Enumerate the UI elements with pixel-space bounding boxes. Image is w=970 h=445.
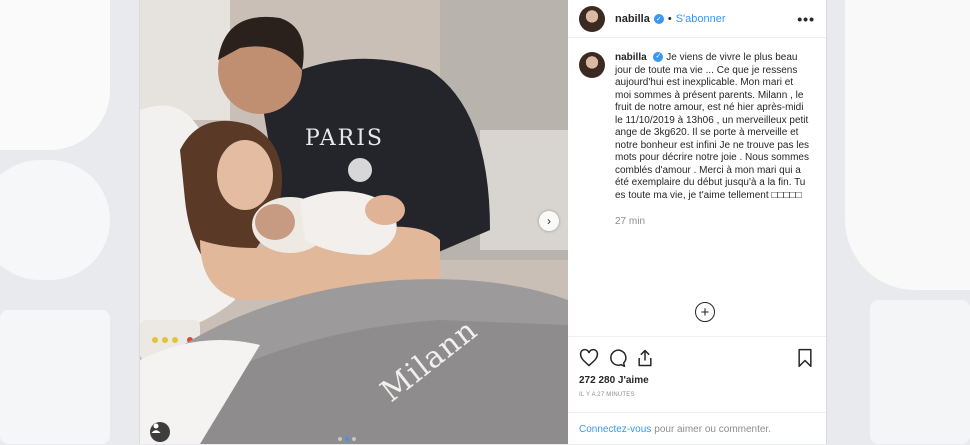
login-prompt-text: pour aimer ou commenter. bbox=[654, 423, 771, 435]
carousel-dot-active bbox=[345, 437, 349, 441]
user-tag-icon bbox=[151, 423, 161, 433]
next-photo-button[interactable]: › bbox=[539, 211, 559, 231]
svg-text:PARIS: PARIS bbox=[305, 126, 384, 151]
comments-section: nabilla ✓ Je viens de vivre le plus beau… bbox=[579, 52, 815, 334]
comment-icon[interactable] bbox=[607, 348, 627, 368]
caption-time: 27 min bbox=[615, 216, 646, 227]
like-count[interactable]: 272 280 J'aime bbox=[579, 375, 815, 386]
caption-text: nabilla ✓ Je viens de vivre le plus beau… bbox=[615, 52, 811, 202]
bookmark-icon[interactable] bbox=[795, 348, 815, 368]
post-side-panel: nabilla ✓ • S'abonner ••• nabilla ✓ Je v… bbox=[568, 0, 826, 444]
caption: nabilla ✓ Je viens de vivre le plus beau… bbox=[579, 52, 815, 202]
background-decoration bbox=[0, 160, 110, 280]
background-decoration bbox=[0, 310, 110, 444]
login-prompt: Connectez-vous pour aimer ou commenter. bbox=[568, 412, 826, 445]
carousel-dot bbox=[352, 437, 356, 441]
action-icons bbox=[579, 347, 815, 369]
background-decoration bbox=[0, 0, 110, 150]
post-header: nabilla ✓ • S'abonner ••• bbox=[568, 0, 826, 38]
login-link[interactable]: Connectez-vous bbox=[579, 424, 651, 435]
header-separator: • bbox=[667, 12, 672, 25]
caption-username[interactable]: nabilla bbox=[615, 52, 647, 63]
background-decoration bbox=[870, 300, 970, 444]
carousel-indicator bbox=[338, 437, 356, 441]
avatar[interactable] bbox=[579, 5, 605, 32]
heart-icon[interactable] bbox=[579, 348, 599, 368]
more-options-button[interactable]: ••• bbox=[797, 11, 815, 27]
post-timestamp: IL Y A 27 MINUTES bbox=[579, 392, 635, 398]
follow-button[interactable]: S'abonner bbox=[676, 13, 726, 25]
carousel-dot bbox=[338, 437, 342, 441]
plus-circle-icon: + bbox=[700, 303, 710, 321]
verified-badge-icon: ✓ bbox=[653, 13, 664, 24]
author-username[interactable]: nabilla bbox=[615, 13, 650, 25]
post-photo[interactable]: PARIS Milann › bbox=[140, 0, 568, 444]
instagram-post: PARIS Milann › nabilla ✓ • S'abonner •••… bbox=[139, 0, 827, 444]
caption-body: Je viens de vivre le plus beau jour de t… bbox=[615, 52, 810, 201]
load-more-comments-button[interactable]: + bbox=[695, 302, 715, 322]
background-decoration bbox=[845, 0, 970, 290]
share-icon[interactable] bbox=[635, 348, 655, 368]
verified-badge-icon: ✓ bbox=[653, 52, 664, 63]
chevron-right-icon: › bbox=[547, 214, 551, 228]
tagged-users-button[interactable] bbox=[150, 422, 170, 442]
avatar[interactable] bbox=[579, 52, 605, 78]
post-actions: 272 280 J'aime IL Y A 27 MINUTES bbox=[568, 336, 826, 398]
photo-illustration: PARIS bbox=[140, 0, 568, 444]
